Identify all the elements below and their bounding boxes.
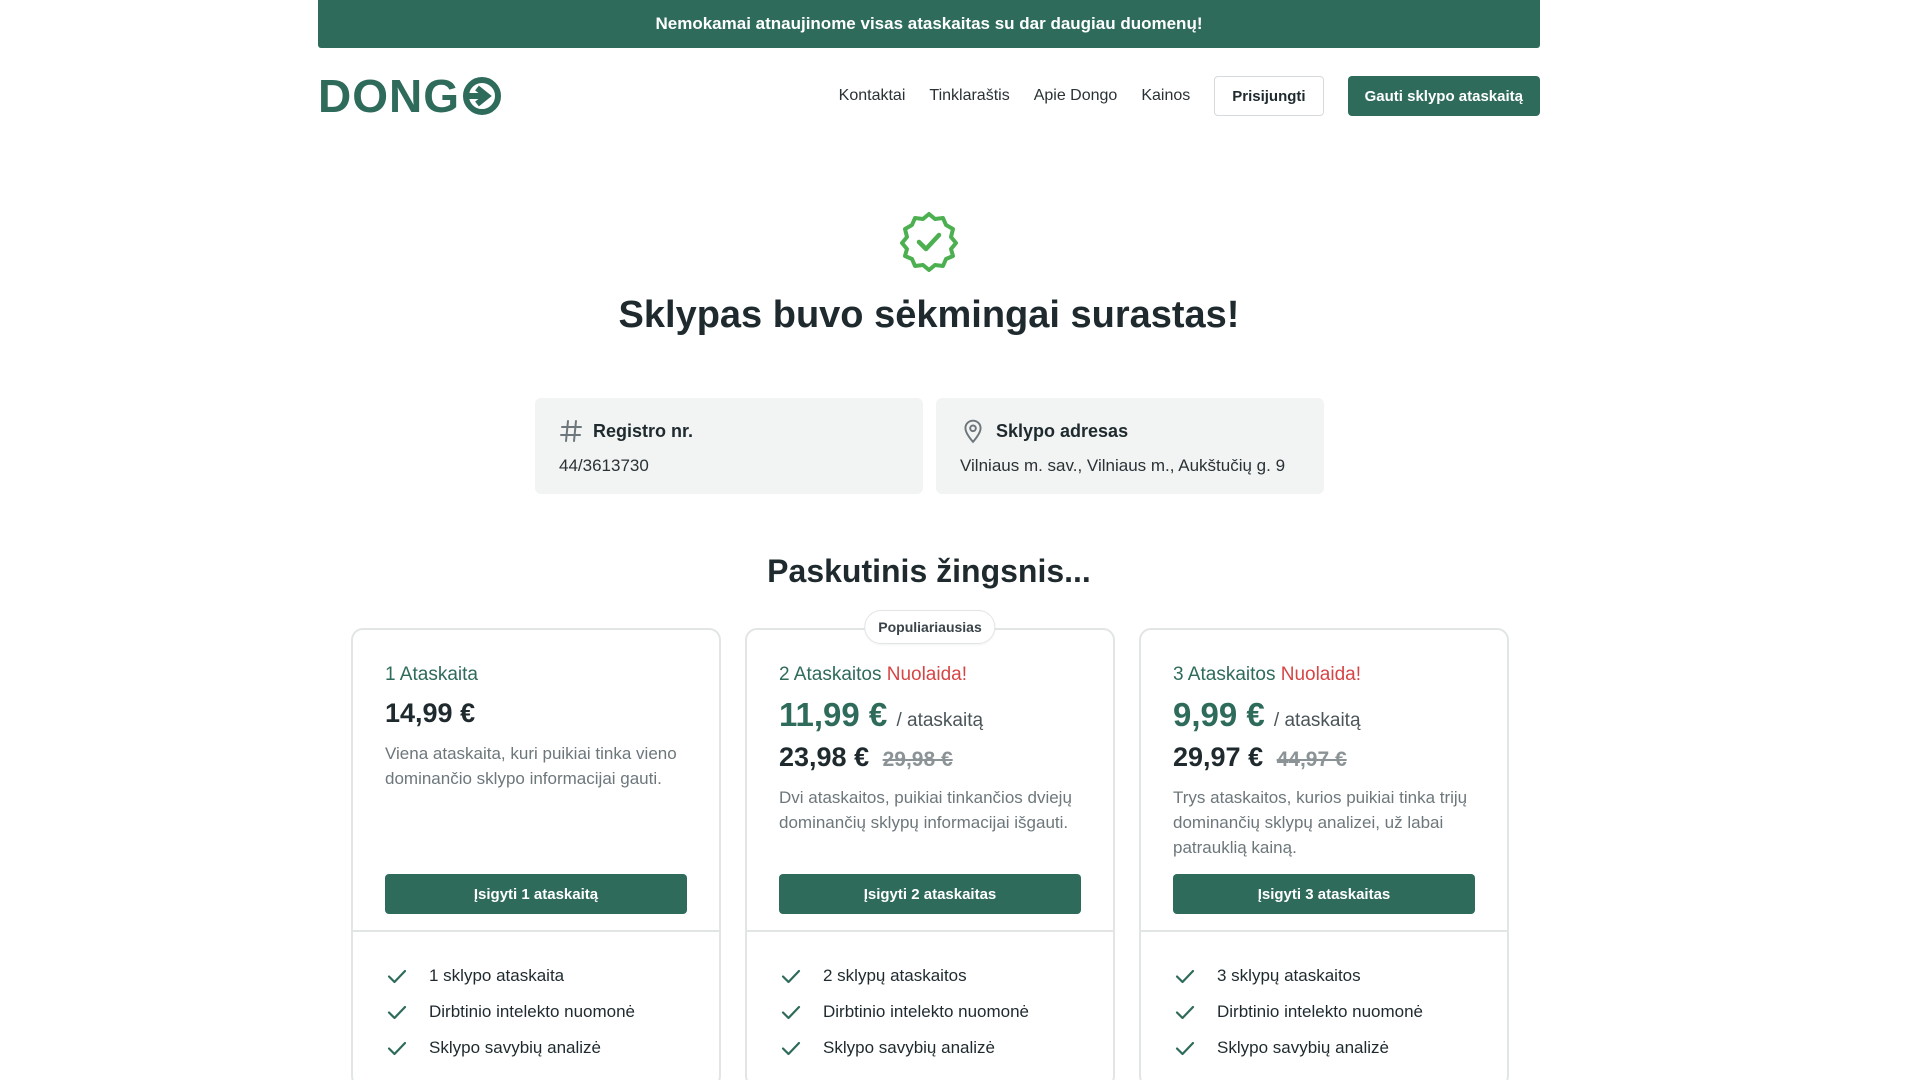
nav-link-kainos[interactable]: Kainos xyxy=(1141,87,1190,105)
registry-label: Registro nr. xyxy=(593,420,694,441)
login-button[interactable]: Prisijungti xyxy=(1214,76,1324,116)
buy-2-reports-button[interactable]: Įsigyti 2 ataskaitas xyxy=(779,874,1081,914)
unit-price: 9,99 € / ataskaitą xyxy=(1173,696,1475,734)
check-icon xyxy=(1175,1005,1195,1020)
check-icon xyxy=(387,969,407,984)
promo-label: Nuolaida! xyxy=(886,664,968,685)
total-price-value: 29,97 € xyxy=(1173,742,1264,772)
hash-icon xyxy=(560,420,582,442)
success-title: Sklypas buvo sėkmingai surastas! xyxy=(618,294,1240,336)
feature-item: Sklypo savybių analizė xyxy=(1173,1030,1475,1066)
per-unit-label: / ataskaitą xyxy=(1273,710,1361,731)
plan-card-3: 3 Ataskaitos Nuolaida! 9,99 € / ataskait… xyxy=(1139,628,1509,1080)
plan-card-1: 1 Ataskaita 14,99 € Viena ataskaita, kur… xyxy=(351,628,721,1080)
feature-text: Dirbtinio intelekto nuomonė xyxy=(429,1002,636,1021)
plan-name: 2 Ataskaitos Nuolaida! xyxy=(779,664,1081,686)
total-price: 23,98 € 29,98 € xyxy=(779,742,1081,773)
feature-text: Dirbtinio intelekto nuomonė xyxy=(1217,1002,1424,1021)
feature-text: Sklypo savybių analizė xyxy=(429,1038,601,1057)
nav-link-kontaktai[interactable]: Kontaktai xyxy=(839,87,906,105)
registry-value: 44/3613730 xyxy=(559,456,649,475)
check-icon xyxy=(387,1041,407,1056)
plan-description: Dvi ataskaitos, puikiai tinkančios dviej… xyxy=(779,788,1072,832)
total-price-value: 23,98 € xyxy=(779,742,870,772)
get-report-button[interactable]: Gauti sklypo ataskaitą xyxy=(1347,76,1540,116)
verified-badge-icon xyxy=(900,212,958,272)
logo[interactable]: DONG xyxy=(318,66,502,126)
check-icon xyxy=(387,1005,407,1020)
feature-item: 2 sklypų ataskaitos xyxy=(779,958,1081,994)
check-icon xyxy=(781,1005,801,1020)
address-card: Sklypo adresas Vilniaus m. sav., Vilniau… xyxy=(936,398,1324,494)
promo-label: Nuolaida! xyxy=(1280,664,1362,685)
pricing-plans: 1 Ataskaita 14,99 € Viena ataskaita, kur… xyxy=(351,610,1509,1080)
nav-link-apie[interactable]: Apie Dongo xyxy=(1034,87,1118,105)
site-header: DONG Kontaktai Tinklaraštis Apie Dongo K… xyxy=(318,66,1540,126)
registry-card: Registro nr. 44/3613730 xyxy=(535,398,923,494)
plan-price: 14,99 € xyxy=(385,698,476,728)
feature-item: Dirbtinio intelekto nuomonė xyxy=(1173,994,1475,1030)
banner-text: Nemokamai atnaujinome visas ataskaitas s… xyxy=(655,14,1203,33)
plan-name-text: 2 Ataskaitos xyxy=(779,664,882,685)
plan-name: 1 Ataskaita xyxy=(385,664,687,686)
check-icon xyxy=(781,969,801,984)
feature-item: Dirbtinio intelekto nuomonė xyxy=(385,994,687,1030)
feature-text: 2 sklypų ataskaitos xyxy=(823,966,967,985)
feature-text: Sklypo savybių analizė xyxy=(823,1038,995,1057)
buy-1-report-button[interactable]: Įsigyti 1 ataskaitą xyxy=(385,874,687,914)
unit-price: 11,99 € / ataskaitą xyxy=(779,696,1081,734)
feature-list: 1 sklypo ataskaita Dirbtinio intelekto n… xyxy=(353,932,719,1066)
feature-text: 3 sklypų ataskaitos xyxy=(1217,966,1361,985)
location-pin-icon xyxy=(964,419,982,444)
check-icon xyxy=(1175,969,1195,984)
feature-item: Sklypo savybių analizė xyxy=(385,1030,687,1066)
pricing-title: Paskutinis žingsnis... xyxy=(767,553,1091,589)
check-icon xyxy=(1175,1041,1195,1056)
plot-info: Registro nr. 44/3613730 Sklypo adresas V… xyxy=(535,398,1324,494)
nav-link-tinklarastis[interactable]: Tinklaraštis xyxy=(929,87,1009,105)
check-icon xyxy=(781,1041,801,1056)
feature-item: Sklypo savybių analizė xyxy=(779,1030,1081,1066)
announcement-banner: Nemokamai atnaujinome visas ataskaitas s… xyxy=(318,0,1540,48)
feature-text: Sklypo savybių analizė xyxy=(1217,1038,1389,1057)
per-unit-label: / ataskaitą xyxy=(896,710,984,731)
address-value: Vilniaus m. sav., Vilniaus m., Aukštučių… xyxy=(960,456,1286,475)
feature-item: 3 sklypų ataskaitos xyxy=(1173,958,1475,994)
feature-list: 2 sklypų ataskaitos Dirbtinio intelekto … xyxy=(747,932,1113,1066)
main-nav: Kontaktai Tinklaraštis Apie Dongo Kainos… xyxy=(839,76,1540,116)
total-price: 29,97 € 44,97 € xyxy=(1173,742,1475,773)
plan-name-text: 1 Ataskaita xyxy=(385,664,478,685)
logo-arrow-icon xyxy=(463,77,501,115)
address-label: Sklypo adresas xyxy=(996,420,1129,441)
old-price: 29,98 € xyxy=(882,748,953,771)
feature-text: Dirbtinio intelekto nuomonė xyxy=(823,1002,1030,1021)
plan-card-2: Populiariausias 2 Ataskaitos Nuolaida! 1… xyxy=(745,610,1115,1080)
plan-description: Viena ataskaita, kuri puikiai tinka vien… xyxy=(385,744,677,788)
buy-3-reports-button[interactable]: Įsigyti 3 ataskaitas xyxy=(1173,874,1475,914)
feature-list: 3 sklypų ataskaitos Dirbtinio intelekto … xyxy=(1141,932,1507,1066)
old-price: 44,97 € xyxy=(1276,748,1347,771)
plan-name: 3 Ataskaitos Nuolaida! xyxy=(1173,664,1475,686)
unit-price-value: 9,99 € xyxy=(1173,696,1265,733)
feature-item: Dirbtinio intelekto nuomonė xyxy=(779,994,1081,1030)
unit-price-value: 11,99 € xyxy=(779,696,888,733)
feature-text: 1 sklypo ataskaita xyxy=(429,966,565,985)
logo-text: DONG xyxy=(318,70,460,122)
plan-description: Trys ataskaitos, kurios puikiai tinka tr… xyxy=(1173,788,1468,857)
plan-name-text: 3 Ataskaitos xyxy=(1173,664,1276,685)
feature-item: 1 sklypo ataskaita xyxy=(385,958,687,994)
